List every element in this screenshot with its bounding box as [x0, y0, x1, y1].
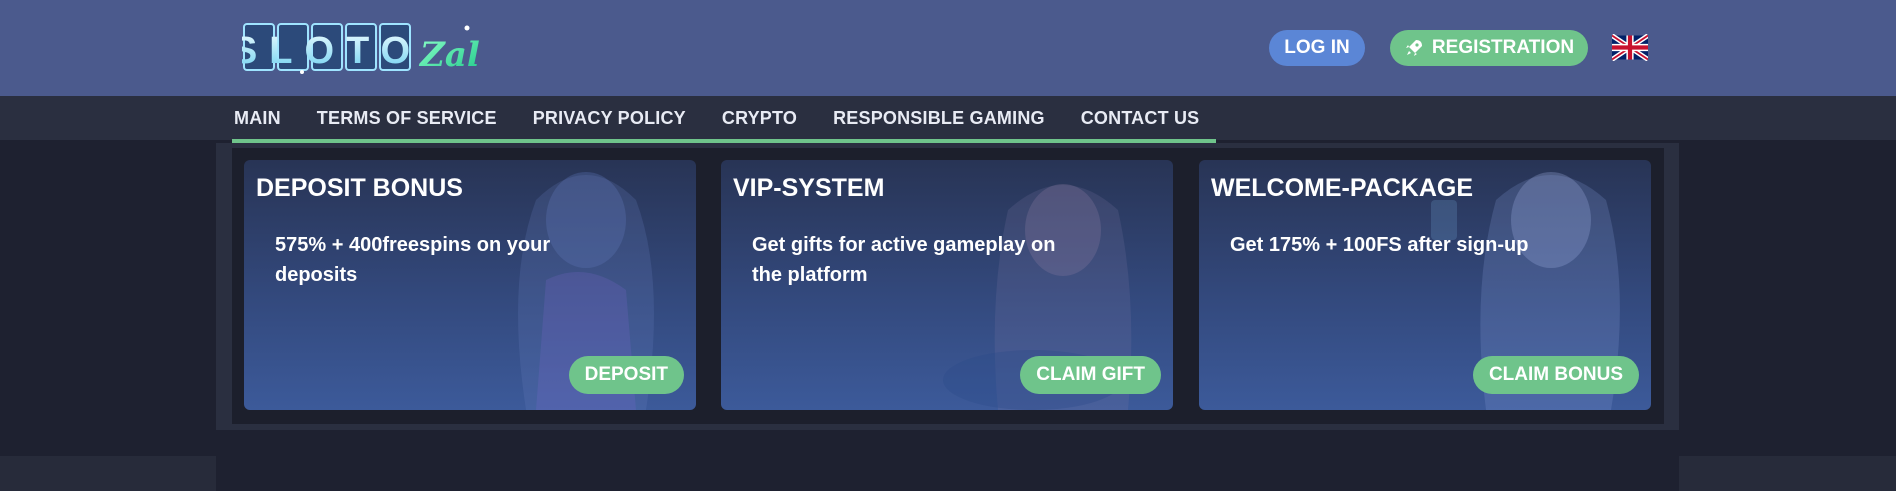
card-title: VIP-SYSTEM: [733, 174, 885, 202]
footer-edge-right: [1679, 456, 1896, 491]
rocket-icon: [1405, 40, 1422, 56]
promo-card-deposit-bonus: DEPOSIT BONUS 575% + 400freespins on you…: [244, 160, 696, 410]
site-header: SLOTO Zal LOG IN REGISTRATION: [0, 0, 1896, 96]
page-body-continuation: [216, 430, 1679, 491]
claim-gift-button[interactable]: CLAIM GIFT: [1020, 356, 1161, 394]
card-description: Get 175% + 100FS after sign-up: [1230, 234, 1529, 256]
card-description: Get gifts for active gameplay on the pla…: [752, 234, 1056, 286]
deposit-button[interactable]: DEPOSIT: [568, 356, 684, 394]
nav-item-contact[interactable]: CONTACT US: [1063, 108, 1218, 129]
svg-text:Zal: Zal: [418, 35, 480, 75]
registration-label: REGISTRATION: [1431, 37, 1575, 58]
promo-card-vip-system: VIP-SYSTEM Get gifts for active gameplay…: [721, 160, 1173, 410]
nav-item-terms[interactable]: TERMS OF SERVICE: [299, 108, 515, 129]
main-nav: MAIN TERMS OF SERVICE PRIVACY POLICY CRY…: [0, 96, 1896, 140]
uk-flag-icon[interactable]: [1612, 34, 1648, 61]
login-button[interactable]: LOG IN: [1269, 30, 1365, 66]
nav-item-main[interactable]: MAIN: [216, 108, 299, 129]
nav-items: MAIN TERMS OF SERVICE PRIVACY POLICY CRY…: [216, 96, 1216, 140]
claim-bonus-button[interactable]: CLAIM BONUS: [1472, 356, 1639, 394]
nav-item-crypto[interactable]: CRYPTO: [704, 108, 815, 129]
nav-item-privacy[interactable]: PRIVACY POLICY: [515, 108, 704, 129]
card-title: WELCOME-PACKAGE: [1211, 174, 1474, 202]
slotozal-logo[interactable]: SLOTO Zal: [242, 18, 512, 80]
login-label: LOG IN: [1284, 37, 1350, 58]
svg-text:SLOTO: SLOTO: [242, 30, 422, 72]
card-title: DEPOSIT BONUS: [256, 174, 463, 202]
registration-button[interactable]: REGISTRATION: [1390, 30, 1588, 66]
footer-edge-left: [0, 456, 216, 491]
card-description: 575% + 400freespins on your deposits: [275, 234, 551, 286]
promo-card-welcome-package: WELCOME-PACKAGE Get 175% + 100FS after s…: [1199, 160, 1651, 410]
nav-item-responsible-gaming[interactable]: RESPONSIBLE GAMING: [815, 108, 1063, 129]
